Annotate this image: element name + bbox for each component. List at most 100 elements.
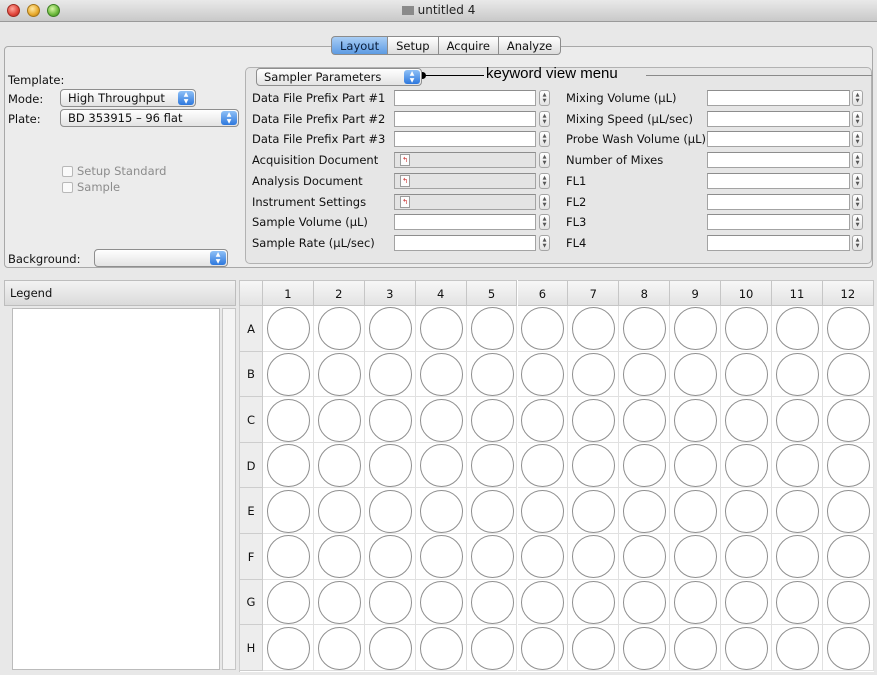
plate-row-header[interactable]: G [239,579,263,626]
plate-well[interactable] [368,444,412,488]
plate-well[interactable] [775,535,819,579]
param-stepper[interactable]: ▲ ▼ [539,152,550,168]
plate-well[interactable] [725,489,769,533]
plate-column-header[interactable]: 6 [517,280,569,306]
plate-well[interactable] [826,489,870,533]
plate-well[interactable] [826,535,870,579]
keyword-view-menu[interactable]: Sampler Parameters ▲ ▼ [256,68,422,86]
plate-well[interactable] [674,626,718,670]
tab-layout[interactable]: Layout [331,36,389,55]
plate-well[interactable] [317,352,361,396]
plate-well[interactable] [419,398,463,442]
checkbox-box[interactable] [62,182,73,193]
param-input[interactable]: ↰ [394,173,536,189]
plate-well[interactable] [521,489,565,533]
plate-well[interactable] [826,580,870,624]
param-input[interactable] [394,235,536,251]
plate-column-header[interactable]: 5 [466,280,518,306]
plate-well[interactable] [674,444,718,488]
plate-well[interactable] [470,444,514,488]
param-stepper[interactable]: ▲ ▼ [539,111,550,127]
plate-well[interactable] [266,580,310,624]
plate-well[interactable] [470,535,514,579]
param-stepper[interactable]: ▲ ▼ [852,214,863,230]
plate-well[interactable] [572,398,616,442]
plate-well[interactable] [775,307,819,351]
param-stepper[interactable]: ▲ ▼ [852,152,863,168]
plate-row-header[interactable]: F [239,534,263,580]
param-input[interactable] [707,194,850,210]
param-input[interactable] [707,173,850,189]
plate-column-header[interactable]: 7 [568,280,620,306]
plate-row-header[interactable]: A [239,306,263,352]
background-popup[interactable]: ▲ ▼ [94,249,228,267]
plate-well[interactable] [368,307,412,351]
plate-column-header[interactable]: 11 [772,280,823,306]
param-input[interactable]: ↰ [394,194,536,210]
param-stepper[interactable]: ▲ ▼ [852,194,863,210]
plate-well[interactable] [368,489,412,533]
plate-well[interactable] [826,626,870,670]
plate-well[interactable] [419,626,463,670]
plate-well[interactable] [419,489,463,533]
mode-popup[interactable]: High Throughput ▲ ▼ [60,89,196,107]
param-input[interactable] [394,90,536,106]
plate-row-header[interactable]: B [239,351,263,398]
plate-well[interactable] [775,398,819,442]
plate-well[interactable] [317,307,361,351]
plate-well[interactable] [521,398,565,442]
plate-well[interactable] [317,580,361,624]
plate-well[interactable] [725,626,769,670]
plate-well[interactable] [266,444,310,488]
plate-well[interactable] [674,398,718,442]
plate-well[interactable] [419,444,463,488]
checkbox-box[interactable] [62,166,73,177]
legend-scrollbar[interactable] [222,308,236,670]
plate-well[interactable] [419,352,463,396]
title-bar[interactable]: untitled 4 [0,0,877,22]
plate-well[interactable] [572,489,616,533]
plate-well[interactable] [674,352,718,396]
plate-well[interactable] [266,398,310,442]
plate-well[interactable] [317,444,361,488]
plate-column-header[interactable]: 3 [364,280,416,306]
plate-well[interactable] [317,489,361,533]
plate-column-header[interactable]: 4 [415,280,467,306]
param-stepper[interactable]: ▲ ▼ [539,235,550,251]
plate-column-header[interactable]: 8 [619,280,671,306]
plate-well[interactable] [572,580,616,624]
plate-well[interactable] [317,535,361,579]
plate-well[interactable] [572,352,616,396]
plate-well[interactable] [725,580,769,624]
plate-well[interactable] [775,626,819,670]
plate-well[interactable] [368,626,412,670]
plate-column-header[interactable]: 1 [263,280,314,306]
plate-well[interactable] [623,489,667,533]
plate-well[interactable] [826,307,870,351]
param-input[interactable] [707,131,850,147]
plate-well[interactable] [266,307,310,351]
param-input[interactable] [707,152,850,168]
plate-well[interactable] [725,352,769,396]
plate-well[interactable] [521,626,565,670]
param-stepper[interactable]: ▲ ▼ [539,90,550,106]
plate-well[interactable] [775,352,819,396]
plate-well[interactable] [419,307,463,351]
plate-well[interactable] [470,352,514,396]
plate-well[interactable] [826,398,870,442]
plate-well[interactable] [470,580,514,624]
plate-row-header[interactable]: H [239,625,263,671]
plate-well[interactable] [623,352,667,396]
plate-well[interactable] [470,398,514,442]
plate-well[interactable] [623,626,667,670]
plate-well[interactable] [826,352,870,396]
plate-well[interactable] [317,398,361,442]
param-input[interactable] [394,214,536,230]
plate-well[interactable] [775,444,819,488]
param-input[interactable] [394,131,536,147]
plate-well[interactable] [470,626,514,670]
plate-well[interactable] [775,489,819,533]
setup-standard-checkbox[interactable]: Setup Standard [62,164,166,178]
plate-row-header[interactable]: D [239,442,263,489]
param-stepper[interactable]: ▲ ▼ [852,111,863,127]
